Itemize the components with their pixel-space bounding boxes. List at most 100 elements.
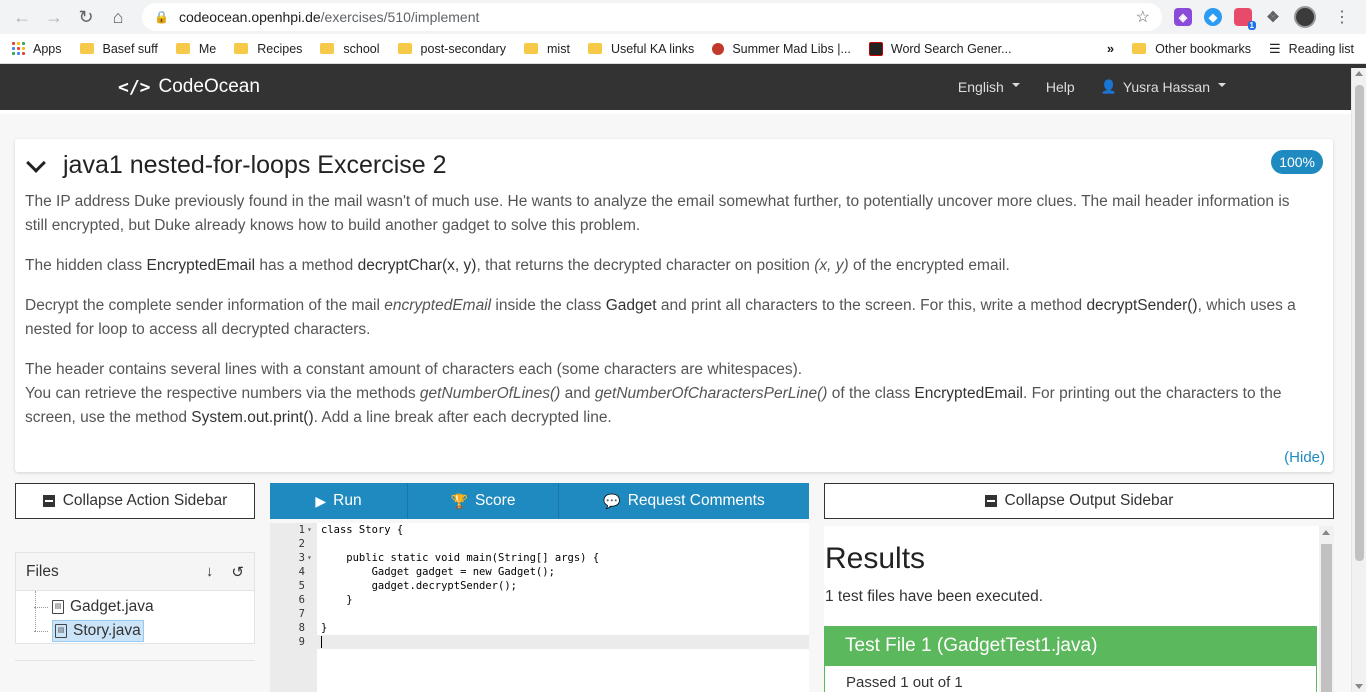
caret-down-icon <box>1011 83 1020 87</box>
code-line[interactable]: 9 <box>270 635 809 649</box>
url-path: /exercises/510/implement <box>320 9 480 25</box>
file-item-story[interactable]: ▤ Story.java <box>34 619 254 643</box>
files-title: Files <box>26 562 59 580</box>
more-bookmarks-chevron-icon[interactable]: » <box>1107 41 1114 56</box>
lock-icon: 🔒 <box>154 10 169 24</box>
profile-avatar[interactable] <box>1294 6 1316 28</box>
comment-bubble-icon: 💬 <box>603 492 621 509</box>
line-number: 1 <box>298 524 305 536</box>
scroll-up-arrow-icon[interactable] <box>1322 530 1330 535</box>
bookmark-star-icon[interactable]: ☆ <box>1136 7 1150 27</box>
home-icon[interactable]: ⌂ <box>104 3 132 31</box>
browser-toolbar: ← → ↻ ⌂ 🔒 codeocean.openhpi.de/exercises… <box>0 0 1366 34</box>
bookmark-label: Word Search Gener... <box>890 41 1012 56</box>
code-line[interactable]: 5 gadget.decryptSender(); <box>270 579 809 593</box>
bookmark-reading-list[interactable]: ☰ Reading list <box>1269 41 1354 57</box>
apps-grid-icon <box>12 42 25 55</box>
scrollbar-thumb[interactable] <box>1321 544 1332 692</box>
history-icon[interactable]: ↺ <box>231 563 244 581</box>
code-line[interactable]: 2 <box>270 537 809 551</box>
line-number: 5 <box>298 580 305 592</box>
bookmark-folder[interactable]: Basef suff <box>79 42 158 56</box>
bookmarks-bar: Apps Basef suff Me Recipes school post-s… <box>0 34 1366 64</box>
scrollbar-thumb[interactable] <box>1355 85 1364 561</box>
bookmark-apps[interactable]: Apps <box>12 42 62 56</box>
scroll-down-arrow-icon[interactable] <box>1355 684 1363 689</box>
puzzle-icon[interactable]: ❖ <box>1264 8 1282 26</box>
java-file-icon: ▤ <box>52 600 64 614</box>
extension-notification-icon[interactable]: 1 <box>1234 8 1256 30</box>
line-number: 6 <box>298 594 305 606</box>
score-button[interactable]: 🏆 Score <box>408 483 559 519</box>
extension-badge: 1 <box>1247 21 1256 30</box>
bookmark-folder[interactable]: school <box>320 41 380 56</box>
request-comments-button[interactable]: 💬 Request Comments <box>559 483 809 519</box>
divider <box>15 660 255 661</box>
code-line[interactable]: 6 } <box>270 593 809 607</box>
bookmark-folder[interactable]: Useful KA links <box>587 42 694 56</box>
bookmark-other[interactable]: Other bookmarks <box>1132 42 1251 56</box>
help-link[interactable]: Help <box>1046 79 1075 95</box>
user-icon: 👤 <box>1100 79 1117 94</box>
file-name: Gadget.java <box>70 598 154 615</box>
fold-arrow-icon[interactable]: ▾ <box>307 523 312 537</box>
test-file-header[interactable]: Test File 1 (GadgetTest1.java) <box>824 626 1317 666</box>
extension-diamond-icon[interactable]: ◆ <box>1204 8 1222 26</box>
results-heading: Results <box>825 542 926 575</box>
bookmark-folder[interactable]: mist <box>524 42 570 56</box>
run-button[interactable]: ▶ Run <box>270 483 408 519</box>
bookmark-label: mist <box>547 41 570 56</box>
bookmark-folder[interactable]: post-secondary <box>397 42 506 56</box>
reload-icon[interactable]: ↻ <box>72 3 100 31</box>
minus-square-icon <box>42 495 55 507</box>
brand-link[interactable]: </> CodeOcean <box>118 76 260 98</box>
request-comments-label: Request Comments <box>627 492 765 509</box>
file-item-gadget[interactable]: ▤ Gadget.java <box>34 595 254 619</box>
chevron-down-icon[interactable] <box>26 152 46 173</box>
bookmark-folder[interactable]: Me <box>175 42 216 56</box>
back-arrow-icon[interactable]: ← <box>8 3 36 31</box>
output-scrollbar[interactable] <box>1319 526 1334 692</box>
code-line[interactable]: 8} <box>270 621 809 635</box>
bookmark-wordsearch[interactable]: Word Search Gener... <box>868 41 1012 56</box>
files-header: Files ↓ ↺ <box>16 553 254 591</box>
description-paragraph: Decrypt the complete sender information … <box>25 297 1296 338</box>
fold-arrow-icon[interactable]: ▾ <box>307 551 312 565</box>
page-scrollbar[interactable] <box>1351 68 1366 692</box>
code-text: gadget.decryptSender(); <box>321 580 517 592</box>
address-bar[interactable]: 🔒 codeocean.openhpi.de/exercises/510/imp… <box>142 3 1162 31</box>
forward-arrow-icon[interactable]: → <box>40 3 68 31</box>
caret-down-icon <box>1218 83 1226 87</box>
chrome-menu-icon[interactable]: ⋮ <box>1334 7 1350 27</box>
code-editor[interactable]: 1 ▾ class Story {2 3 ▾ public static void ma… <box>270 523 809 692</box>
bookmark-madlibs[interactable]: Summer Mad Libs |... <box>712 42 851 56</box>
code-line[interactable]: 3 ▾ public static void main(String[] args… <box>270 551 809 565</box>
code-line[interactable]: 4 Gadget gadget = new Gadget(); <box>270 565 809 579</box>
description-paragraph: The IP address Duke previously found in … <box>25 193 1290 234</box>
bookmark-folder[interactable]: Recipes <box>234 42 302 56</box>
reading-list-icon: ☰ <box>1269 40 1281 56</box>
language-dropdown[interactable]: English <box>958 79 1020 95</box>
line-number: 3 <box>298 552 305 564</box>
help-label: Help <box>1045 79 1075 95</box>
code-line[interactable]: 1 ▾ class Story { <box>270 523 809 537</box>
bookmark-label: school <box>343 41 380 56</box>
collapse-output-sidebar-button[interactable]: Collapse Output Sidebar <box>824 483 1334 519</box>
score-label: Score <box>474 492 516 509</box>
hide-description-link[interactable]: (Hide) <box>1284 449 1325 466</box>
download-arrow-icon[interactable]: ↓ <box>206 563 214 581</box>
test-result-text: Passed 1 out of 1 <box>846 674 963 691</box>
scroll-up-arrow-icon[interactable] <box>1355 71 1363 76</box>
user-dropdown[interactable]: 👤 Yusra Hassan <box>1101 79 1226 95</box>
exercise-title-row[interactable]: java1 nested-for-loops Excercise 2 <box>25 151 447 180</box>
bookmark-label: Apps <box>33 41 62 56</box>
collapse-action-sidebar-button[interactable]: Collapse Action Sidebar <box>15 483 255 519</box>
folder-icon <box>175 43 190 54</box>
code-line[interactable]: 7 <box>270 607 809 621</box>
language-label: English <box>957 79 1004 95</box>
folder-icon <box>79 43 94 54</box>
extension-purple-icon[interactable]: ◈ <box>1174 8 1192 26</box>
bookmark-label: Recipes <box>257 41 303 56</box>
collapse-output-label: Collapse Output Sidebar <box>1004 492 1174 509</box>
description-paragraph: The hidden class EncryptedEmail has a me… <box>25 257 1010 274</box>
